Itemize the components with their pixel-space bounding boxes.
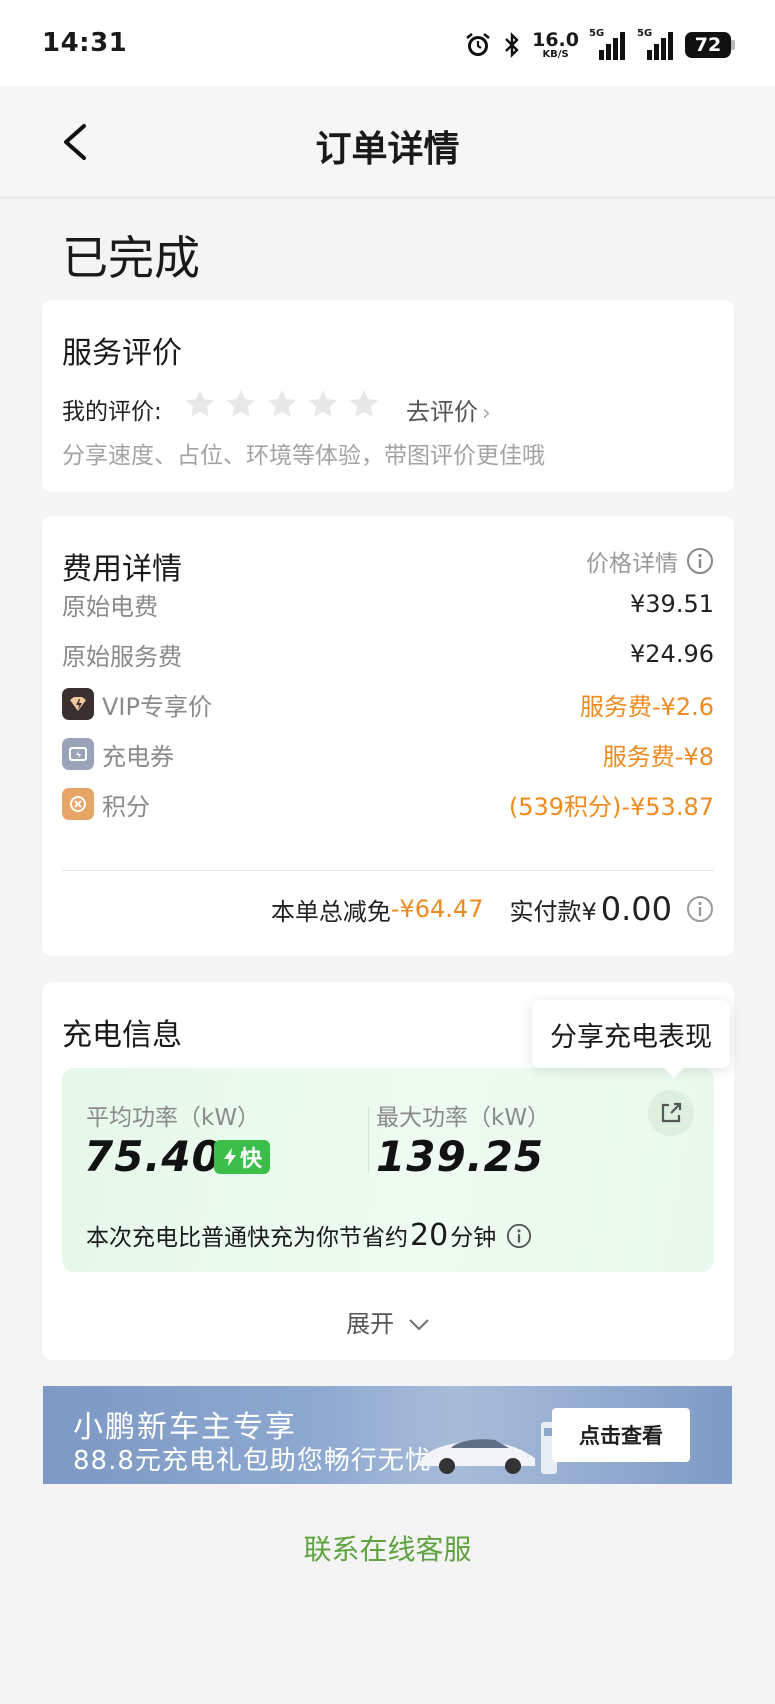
expand-button[interactable]: 展开	[42, 1304, 734, 1339]
avg-power-label: 平均功率（kW）	[86, 1105, 261, 1131]
alarm-icon	[466, 32, 490, 56]
star-icon[interactable]	[225, 388, 257, 420]
share-icon	[661, 1102, 682, 1123]
price-detail-link[interactable]: 价格详情	[586, 544, 714, 578]
banner-subtitle: 88.8元充电礼包助您畅行无忧	[73, 1446, 432, 1476]
status-icons: 16.0 KB/S 5G 5G 72	[464, 28, 735, 62]
info-icon[interactable]	[686, 895, 714, 923]
order-status: 已完成	[62, 231, 200, 285]
fee-row-coupon: 充电券 服务费-¥8	[62, 734, 714, 774]
metric-divider	[368, 1106, 369, 1172]
rating-stars[interactable]	[184, 388, 380, 420]
time-saved-text: 本次充电比普通快充为你节省约 20 分钟	[86, 1218, 532, 1253]
chevron-down-icon	[409, 1319, 429, 1331]
share-tooltip: 分享充电表现	[532, 1000, 730, 1078]
fee-row-electricity: 原始电费 ¥39.51	[62, 590, 714, 621]
points-icon	[62, 788, 94, 820]
vip-icon	[62, 688, 94, 720]
battery-icon: 72	[685, 32, 735, 58]
network-speed: 16.0 KB/S	[532, 28, 579, 60]
view-button[interactable]: 点击查看	[552, 1408, 690, 1462]
total-discount-value: -¥64.47	[390, 895, 484, 923]
star-icon[interactable]	[184, 388, 216, 420]
bluetooth-icon	[505, 32, 519, 58]
go-review-link[interactable]: 去评价 ›	[406, 392, 491, 427]
max-power-label: 最大功率（kW）	[376, 1105, 551, 1131]
info-icon	[687, 548, 713, 574]
service-review-card: 服务评价 我的评价: 去评价 › 分享速度、占位、环境等体验，带图评价更佳哦	[42, 300, 734, 492]
paid-amount: 0.00	[600, 890, 672, 928]
fee-divider	[62, 870, 714, 871]
lightning-icon	[224, 1148, 236, 1166]
share-button[interactable]	[648, 1090, 694, 1136]
my-rating-label: 我的评价:	[62, 399, 162, 425]
star-icon[interactable]	[348, 388, 380, 420]
coupon-icon	[62, 738, 94, 770]
fee-row-points: 积分 (539积分)-¥53.87	[62, 784, 714, 824]
star-icon[interactable]	[307, 388, 339, 420]
paid-label: 实付款¥	[509, 897, 597, 926]
avg-power-value: 75.40	[84, 1132, 222, 1181]
review-title: 服务评价	[62, 336, 182, 371]
fast-charge-badge: 快	[214, 1140, 271, 1174]
fee-title: 费用详情	[62, 552, 182, 587]
fee-total: 本单总减免 -¥64.47 实付款¥ 0.00	[271, 890, 714, 928]
page-title: 订单详情	[315, 129, 460, 170]
charge-metrics-panel: 平均功率（kW） 75.40 快 最大功率（kW） 139.25 本次充电比普通…	[62, 1068, 714, 1272]
signal-icon: 5G	[637, 28, 675, 60]
fee-details-card: 费用详情 价格详情 原始电费 ¥39.51 原始服务费 ¥24.96 VIP专享价 …	[42, 516, 734, 956]
fee-row-vip: VIP专享价 服务费-¥2.6	[62, 684, 714, 724]
promo-banner[interactable]: 小鹏新车主专享 88.8元充电礼包助您畅行无忧 点击查看	[43, 1386, 732, 1484]
total-discount-label: 本单总减免	[270, 897, 391, 926]
signal-icon: 5G	[589, 28, 627, 60]
info-icon[interactable]	[506, 1223, 532, 1249]
chevron-right-icon: ›	[482, 401, 491, 426]
status-bar: 14:31 16.0 KB/S 5G 5G 72	[0, 0, 775, 86]
contact-support-link[interactable]: 联系在线客服	[0, 1528, 775, 1568]
nav-bar: 订单详情	[0, 86, 775, 198]
fee-row-service: 原始服务费 ¥24.96	[62, 640, 714, 671]
charge-title: 充电信息	[62, 1018, 182, 1053]
max-power-value: 139.25	[376, 1132, 545, 1181]
status-time: 14:31	[42, 28, 128, 58]
star-icon[interactable]	[266, 388, 298, 420]
review-hint: 分享速度、占位、环境等体验，带图评价更佳哦	[62, 443, 545, 469]
